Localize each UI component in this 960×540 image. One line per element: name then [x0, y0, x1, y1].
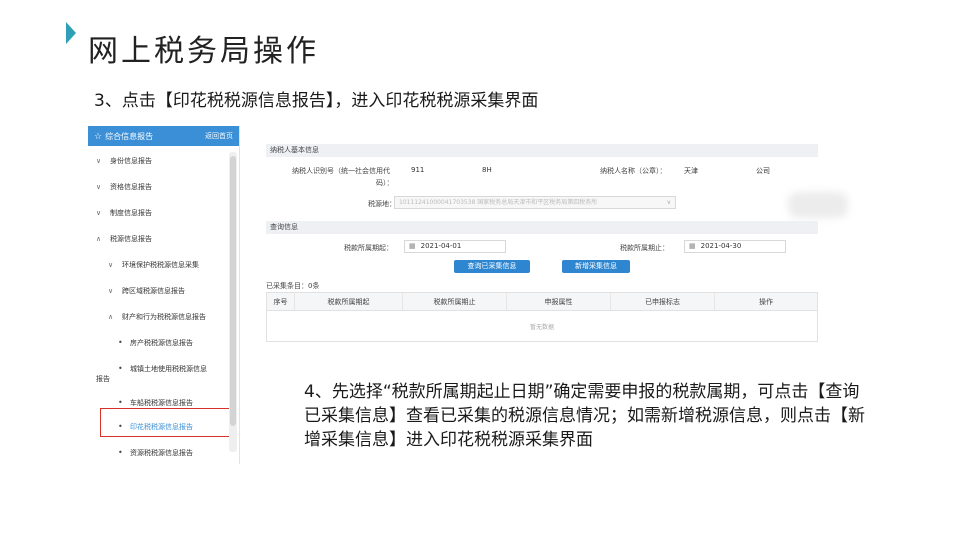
sidebar-header: ☆ 综合信息报告 返回首页: [88, 126, 239, 146]
bullet-icon: •: [118, 398, 123, 407]
bullet-icon: •: [118, 338, 123, 347]
sidebar-item-tax-source[interactable]: ∧ 税源信息报告: [96, 234, 152, 244]
calendar-icon: ▦: [689, 242, 696, 250]
step-3-text: 3、点击【印花税税源信息报告】，进入印花税税源采集界面: [94, 91, 539, 111]
calendar-icon: ▦: [409, 242, 416, 250]
basic-info-section: 纳税人基本信息: [266, 144, 818, 157]
chevron-down-icon: ∨: [666, 199, 671, 206]
highlight-box: [100, 408, 232, 437]
column-header-action: 操作: [759, 297, 773, 306]
chevron-down-icon: ∨: [96, 209, 102, 217]
period-end-label: 税款所属期止：: [620, 244, 669, 252]
taxpayer-id-value: 911: [411, 166, 425, 174]
sidebar-item-system[interactable]: ∨ 制度信息报告: [96, 208, 152, 218]
chevron-up-icon: ∧: [108, 313, 114, 321]
tax-source-label: 税源地：: [368, 200, 396, 208]
sidebar-item-identity[interactable]: ∨ 身份信息报告: [96, 156, 152, 166]
tax-source-select[interactable]: 10111241000041703538 国家税务总局天津市和平区税务局第四税务…: [394, 196, 676, 209]
taxpayer-id-label: 纳税人识别号（统一社会信用代: [292, 167, 390, 175]
sidebar-item-resource-tax[interactable]: • 资源税税源信息报告: [118, 448, 193, 458]
sidebar-scrollbar[interactable]: [229, 152, 237, 452]
taxpayer-name-value: 天津: [684, 167, 698, 175]
sidebar-header-title: 综合信息报告: [105, 131, 154, 141]
period-end-input[interactable]: ▦ 2021-04-30: [684, 240, 786, 253]
slide-title: 网上税务局操作: [88, 34, 319, 69]
collected-table: 序号 税款所属期起 税款所属期止 申报属性 已申报标志 操作 暂无数据: [266, 292, 818, 342]
collected-count: 已采集条目：0条: [266, 282, 320, 290]
sidebar-item-land-use-tax-cont[interactable]: 报告: [96, 374, 110, 384]
scrollbar-thumb[interactable]: [230, 156, 236, 426]
taxpayer-id-value-suffix: 8H: [482, 166, 492, 174]
chevron-down-icon: ∨: [96, 183, 102, 191]
taxpayer-name-value-suffix: 公司: [756, 167, 770, 175]
sidebar-item-env-tax[interactable]: ∨ 环境保护税税源信息采集: [108, 260, 199, 270]
sidebar-item-cross-region[interactable]: ∨ 跨区域税源信息报告: [108, 286, 185, 296]
star-icon: ☆: [94, 131, 103, 142]
title-marker-icon: [66, 22, 76, 44]
redaction-blur: [788, 192, 848, 218]
column-header-period-start: 税款所属期起: [295, 293, 403, 310]
add-collection-button[interactable]: 新增采集信息: [562, 260, 630, 273]
bullet-icon: •: [118, 364, 123, 373]
sidebar-item-land-use-tax[interactable]: • 城镇土地使用税税源信息: [118, 364, 207, 374]
query-section: 查询信息: [266, 221, 818, 234]
sidebar: ☆ 综合信息报告 返回首页 ∨ 身份信息报告 ∨ 资格信息报告 ∨ 制度信息报告 ∧ 税源…: [88, 126, 240, 464]
query-collected-button[interactable]: 查询已采集信息: [454, 260, 530, 273]
column-header-declared-flag: 已申报标志: [611, 293, 715, 310]
step-4-text: 4、先选择“税款所属期起止日期”确定需要申报的税款属期，可点击【查询已采集信息】…: [304, 382, 865, 450]
table-empty: 暂无数据: [529, 323, 554, 331]
bullet-icon: •: [118, 448, 123, 457]
period-start-label: 税款所属期起：: [344, 244, 393, 252]
table-header: 序号 税款所属期起 税款所属期止 申报属性 已申报标志 操作: [267, 293, 817, 311]
taxpayer-name-label: 纳税人名称（公章）：: [600, 167, 667, 175]
sidebar-item-vehicle-tax[interactable]: • 车船税税源信息报告: [118, 398, 193, 408]
chevron-down-icon: ∨: [108, 261, 114, 269]
chevron-down-icon: ∨: [108, 287, 114, 295]
column-header-declare-attr: 申报属性: [507, 293, 611, 310]
back-home-link[interactable]: 返回首页: [205, 131, 233, 141]
sidebar-item-qualification[interactable]: ∨ 资格信息报告: [96, 182, 152, 192]
sidebar-item-property-behavior[interactable]: ∧ 财产和行为税税源信息报告: [108, 312, 206, 322]
column-header-index: 序号: [267, 293, 295, 310]
period-start-input[interactable]: ▦ 2021-04-01: [404, 240, 506, 253]
taxpayer-id-label-cont: 码）：: [376, 179, 394, 187]
chevron-up-icon: ∧: [96, 235, 102, 243]
sidebar-item-house-tax[interactable]: • 房产税税源信息报告: [118, 338, 193, 348]
chevron-down-icon: ∨: [96, 157, 102, 165]
column-header-period-end: 税款所属期止: [403, 293, 507, 310]
